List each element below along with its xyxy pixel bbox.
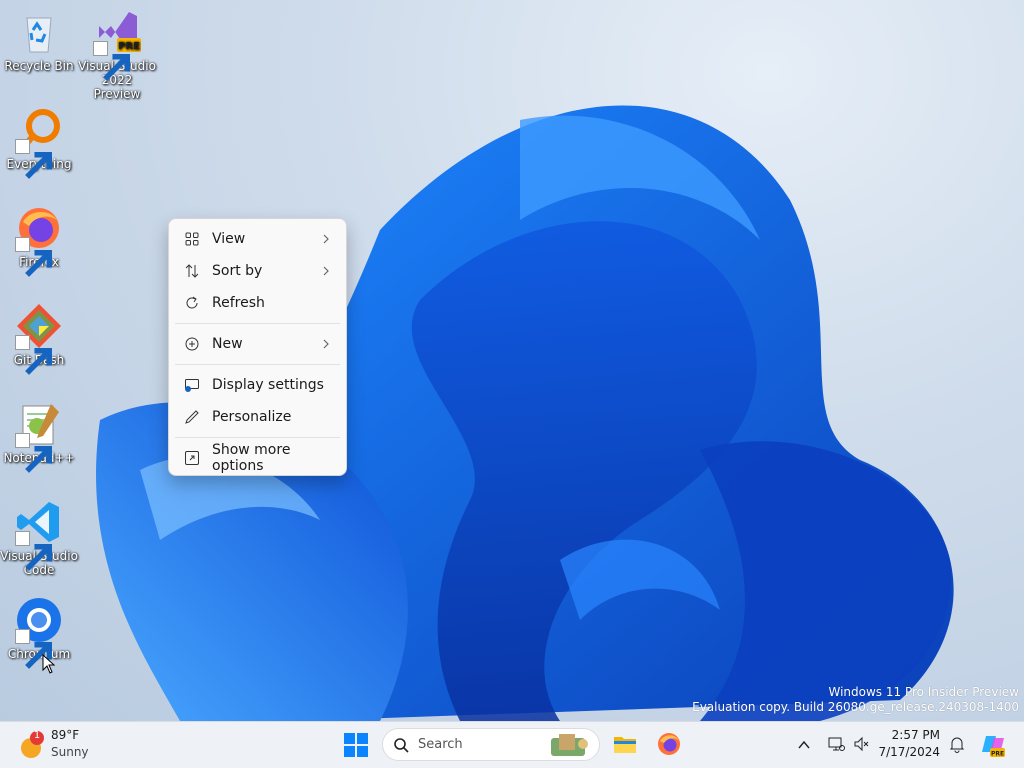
desktop-icon-visual-studio-preview[interactable]: PRE Visual Studio 2022 Preview — [78, 8, 156, 101]
taskbar-search[interactable]: Search — [382, 728, 600, 761]
file-explorer-icon — [614, 737, 636, 753]
git-bash-icon — [15, 302, 63, 375]
plus-circle-icon — [183, 335, 201, 353]
chevron-up-icon[interactable] — [797, 738, 811, 752]
menu-separator — [175, 323, 340, 324]
shortcut-arrow-icon — [15, 531, 52, 571]
desktop-icon-label: Recycle Bin — [4, 59, 74, 73]
shortcut-arrow-icon — [93, 41, 130, 81]
firefox-icon — [658, 733, 680, 755]
firefox-icon — [15, 204, 63, 277]
menu-item-label: View — [212, 231, 246, 247]
search-highlight-icon — [551, 734, 588, 756]
copilot-button[interactable]: PRE — [980, 732, 1006, 758]
shortcut-arrow-icon — [15, 629, 52, 669]
desktop-icon-everything[interactable]: Everything — [0, 106, 78, 179]
menu-item-new[interactable]: New — [169, 328, 346, 360]
menu-item-view[interactable]: View — [169, 223, 346, 255]
weather-widget[interactable]: 1 — [16, 728, 48, 762]
desktop-icon-firefox[interactable]: Firefox — [0, 204, 78, 277]
pen-icon — [183, 408, 201, 426]
desktop-icon-git-bash[interactable]: Git Bash — [0, 302, 78, 375]
grid-icon — [183, 230, 201, 248]
chevron-right-icon — [323, 339, 329, 349]
more-options-icon — [183, 449, 201, 467]
watermark-line-2: Evaluation copy. Build 26080.ge_release.… — [692, 700, 1019, 714]
menu-item-label: Sort by — [212, 263, 263, 279]
recycle-bin-icon — [15, 8, 63, 56]
notepadpp-icon — [15, 400, 63, 473]
taskbar-firefox[interactable] — [656, 731, 682, 757]
chevron-right-icon — [323, 266, 329, 276]
refresh-icon — [183, 294, 201, 312]
menu-item-label: Show more options — [211, 442, 291, 474]
copilot-icon: PRE — [982, 736, 1005, 758]
chromium-icon — [15, 596, 63, 669]
everything-search-icon — [15, 106, 63, 179]
menu-item-label: Personalize — [212, 409, 292, 425]
weather-condition[interactable]: Sunny — [51, 745, 89, 759]
menu-item-label: Display settings — [212, 377, 324, 393]
taskbar: 1 89°F Sunny Search 2:57 PM 7/17/2024 PR… — [0, 721, 1024, 768]
menu-item-personalize[interactable]: Personalize — [169, 401, 346, 433]
menu-separator — [175, 364, 340, 365]
shortcut-arrow-icon — [15, 237, 52, 277]
build-watermark: Windows 11 Pro Insider Preview Evaluatio… — [692, 685, 1019, 715]
weather-badge: 1 — [33, 730, 41, 741]
chevron-right-icon — [323, 234, 329, 244]
desktop-icon-chromium[interactable]: Chromium — [0, 596, 78, 669]
visual-studio-preview-icon: PRE — [93, 8, 141, 81]
menu-separator — [175, 437, 340, 438]
menu-item-sort-by[interactable]: Sort by — [169, 255, 346, 287]
menu-item-label: New — [212, 336, 243, 352]
desktop[interactable]: Recycle Bin PRE Visual Studio 2022 Previ… — [0, 0, 1024, 721]
desktop-icon-recycle-bin[interactable]: Recycle Bin — [0, 8, 78, 73]
mouse-cursor-icon — [42, 654, 56, 674]
network-icon[interactable] — [827, 735, 845, 753]
bloom-wallpaper — [96, 105, 954, 721]
vscode-icon — [15, 498, 63, 571]
taskbar-file-explorer[interactable] — [612, 731, 638, 757]
weather-temperature[interactable]: 89°F — [51, 728, 79, 742]
sort-icon — [183, 262, 201, 280]
shortcut-arrow-icon — [15, 139, 52, 179]
display-icon — [183, 376, 201, 394]
clock-time[interactable]: 2:57 PM — [892, 728, 940, 742]
menu-item-show-more-options[interactable]: Show more options — [169, 442, 346, 474]
shortcut-arrow-icon — [15, 433, 52, 473]
desktop-context-menu: View Sort by Refresh New Display setting… — [168, 218, 347, 476]
menu-item-refresh[interactable]: Refresh — [169, 287, 346, 319]
search-placeholder: Search — [418, 737, 463, 752]
volume-muted-icon[interactable] — [853, 735, 871, 753]
search-icon — [394, 738, 409, 753]
start-button[interactable] — [343, 732, 369, 758]
shortcut-arrow-icon — [15, 335, 52, 375]
desktop-icon-vscode[interactable]: Visual Studio Code — [0, 498, 78, 577]
notification-bell-icon[interactable] — [948, 735, 966, 753]
menu-item-label: Refresh — [212, 295, 265, 311]
desktop-icon-notepadpp[interactable]: Notepad++ — [0, 400, 78, 473]
clock-date[interactable]: 7/17/2024 — [878, 745, 940, 759]
windows-start-icon — [344, 733, 368, 757]
svg-text:PRE: PRE — [991, 751, 1004, 758]
watermark-line-1: Windows 11 Pro Insider Preview — [828, 685, 1019, 699]
menu-item-display-settings[interactable]: Display settings — [169, 369, 346, 401]
